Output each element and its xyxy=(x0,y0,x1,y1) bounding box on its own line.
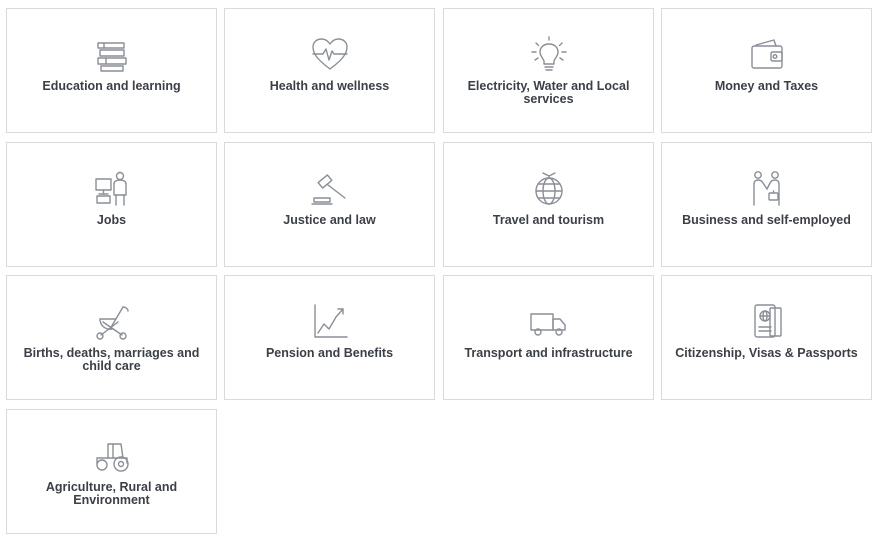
card-births[interactable]: Births, deaths, marriages and child care xyxy=(6,275,217,400)
handshake-icon xyxy=(747,169,787,209)
card-label: Health and wellness xyxy=(269,79,390,93)
tractor-icon xyxy=(92,436,132,476)
card-health[interactable]: Health and wellness xyxy=(224,8,435,133)
card-label: Travel and tourism xyxy=(492,213,605,227)
heart-pulse-icon xyxy=(310,35,350,75)
card-label: Jobs xyxy=(96,213,127,227)
growth-chart-icon xyxy=(310,302,350,342)
books-icon xyxy=(92,35,132,75)
stroller-icon xyxy=(92,302,132,342)
card-label: Business and self-employed xyxy=(682,213,851,227)
card-label: Citizenship, Visas & Passports xyxy=(675,346,858,360)
card-label: Births, deaths, marriages and child care xyxy=(23,346,200,373)
truck-icon xyxy=(529,302,569,342)
card-travel[interactable]: Travel and tourism xyxy=(443,142,654,267)
globe-plane-icon xyxy=(529,169,569,209)
services-grid: Education and learning Health and wellne… xyxy=(0,0,880,542)
card-label: Education and learning xyxy=(42,79,181,93)
card-label: Agriculture, Rural and Environment xyxy=(45,480,178,507)
lightbulb-icon xyxy=(529,35,569,75)
card-label: Transport and infrastructure xyxy=(464,346,633,360)
card-transport[interactable]: Transport and infrastructure xyxy=(443,275,654,400)
card-justice[interactable]: Justice and law xyxy=(224,142,435,267)
card-label: Money and Taxes xyxy=(714,79,819,93)
worker-computer-icon xyxy=(92,169,132,209)
card-money[interactable]: Money and Taxes xyxy=(661,8,872,133)
card-pension[interactable]: Pension and Benefits xyxy=(224,275,435,400)
card-agriculture[interactable]: Agriculture, Rural and Environment xyxy=(6,409,217,534)
card-citizenship[interactable]: Citizenship, Visas & Passports xyxy=(661,275,872,400)
card-label: Pension and Benefits xyxy=(265,346,394,360)
card-jobs[interactable]: Jobs xyxy=(6,142,217,267)
card-education[interactable]: Education and learning xyxy=(6,8,217,133)
passport-icon xyxy=(747,302,787,342)
card-business[interactable]: Business and self-employed xyxy=(661,142,872,267)
card-label: Justice and law xyxy=(283,213,376,227)
card-electricity[interactable]: Electricity, Water and Local services xyxy=(443,8,654,133)
wallet-icon xyxy=(747,35,787,75)
gavel-icon xyxy=(310,169,350,209)
card-label: Electricity, Water and Local services xyxy=(467,79,630,106)
